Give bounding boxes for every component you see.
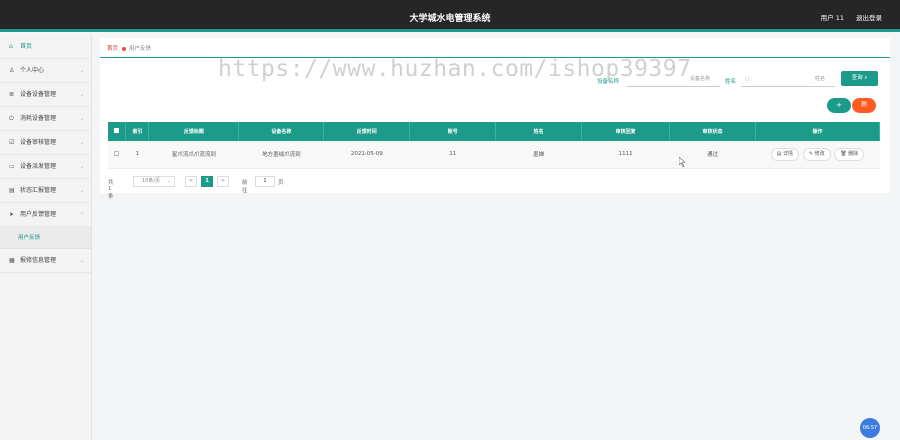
cell-index: 1 — [125, 141, 149, 169]
breadcrumb-home[interactable]: 首页 — [107, 46, 118, 52]
sidebar-item-label: 消耗设备管理 — [20, 115, 57, 122]
chevron-up-icon: ⌃ — [79, 212, 84, 218]
row-select-cell[interactable] — [108, 141, 126, 169]
delete-label: 删除 — [848, 150, 859, 157]
column-header: 设备名称 — [238, 122, 325, 141]
select-all-checkbox[interactable] — [114, 128, 120, 133]
prev-page-button[interactable]: < — [185, 176, 197, 187]
home-icon: ⌂ — [9, 43, 13, 50]
feedback-table: 索引 反馈标题 设备名称 反馈时间 账号 姓名 审核回复 审核状态 操作 1 星… — [108, 122, 880, 169]
name-filter-label: 姓名 — [725, 79, 737, 85]
top-bar: 大学城水电管理系统 用户 11 退出登录 — [0, 0, 900, 32]
chevron-down-icon: ⌄ — [79, 164, 84, 170]
send-icon: ➤ — [9, 211, 15, 218]
column-header: 账号 — [409, 122, 497, 141]
chevron-down-icon: ⌄ — [79, 258, 84, 264]
add-button[interactable]: + — [827, 98, 851, 113]
table-row: 1 星爪流爪爪流流到 地方墨绒爪流到 2021-05-09 11 墨婵 1111… — [108, 141, 880, 169]
app-title: 大学城水电管理系统 — [409, 14, 491, 24]
column-header: 操作 — [755, 122, 880, 141]
chevron-down-icon: ⌄ — [79, 188, 84, 194]
grid-icon: ▦ — [9, 257, 15, 264]
current-page[interactable]: 1 — [201, 176, 213, 187]
goto-suffix: 页 — [278, 180, 284, 186]
sidebar: ⌂ 首页 ♙ 个人中心 ⌄ ≣ 设备设备管理 ⌄ ⏻ 消耗设备管理 ⌄ ☑ 设备… — [0, 35, 92, 440]
sidebar-item-label: 设备设备管理 — [20, 91, 57, 98]
column-header: 审核回复 — [581, 122, 671, 141]
goto-label: 前往 — [242, 180, 248, 194]
search-icon: ○ — [745, 76, 750, 82]
sidebar-item-repair[interactable]: ▦ 报修信息管理 ⌄ — [0, 249, 91, 273]
search-button[interactable]: 查询 ⌕ — [841, 71, 878, 86]
name-placeholder: 姓名 — [814, 76, 825, 82]
sidebar-item-label: 首页 — [20, 43, 33, 50]
column-header: 审核状态 — [669, 122, 757, 141]
search-icon: ⌕ — [864, 75, 868, 81]
sidebar-item-label: 个人中心 — [20, 67, 45, 74]
cell-title: 星爪流爪爪流流到 — [148, 141, 239, 169]
search-button-label: 查询 — [851, 75, 863, 81]
name-search-input[interactable]: ○ 姓名 — [741, 72, 835, 87]
sidebar-item-label: 用户反馈管理 — [20, 211, 57, 218]
logout-link[interactable]: 退出登录 — [856, 12, 882, 22]
page-size-value: 10条/页 — [142, 178, 161, 184]
cell-ops: ▤ 详情 ✎ 修改 🗑 删除 — [755, 141, 880, 169]
cell-name: 墨婵 — [495, 141, 582, 169]
sidebar-subitem-feedback[interactable]: 用户反馈 — [0, 227, 91, 249]
edit-label: 修改 — [814, 150, 825, 157]
sidebar-item-consumption[interactable]: ⏻ 消耗设备管理 ⌄ — [0, 107, 91, 131]
sidebar-item-home[interactable]: ⌂ 首页 — [0, 35, 91, 59]
goto-page-input[interactable]: 1 — [255, 176, 275, 187]
check-icon: ☑ — [9, 139, 15, 146]
column-header: 索引 — [125, 122, 150, 141]
pagination-total: 共 1 条 — [108, 180, 114, 200]
device-icon: ▭ — [9, 163, 15, 170]
column-header: 姓名 — [495, 122, 583, 141]
breadcrumb: 首页 用户反馈 — [107, 44, 151, 52]
row-checkbox[interactable] — [114, 150, 120, 156]
detail-button[interactable]: ▤ 详情 — [770, 147, 800, 161]
report-icon: ▤ — [9, 187, 15, 194]
chevron-down-icon: ⌄ — [79, 68, 84, 74]
sidebar-item-feedback[interactable]: ➤ 用户反馈管理 ⌃ — [0, 203, 91, 227]
sidebar-item-status[interactable]: ▤ 状态汇报管理 ⌄ — [0, 179, 91, 203]
batch-delete-button[interactable]: 删 — [852, 98, 876, 113]
user-icon: ♙ — [9, 67, 15, 74]
column-header: 反馈时间 — [323, 122, 411, 141]
chevron-down-icon: ⌄ — [166, 178, 171, 184]
breadcrumb-current: 用户反馈 — [129, 46, 152, 52]
list-icon: ≣ — [9, 91, 15, 98]
detail-label: 详情 — [783, 150, 794, 157]
sidebar-item-label: 设备派发管理 — [20, 163, 57, 170]
sidebar-item-dispatch[interactable]: ▭ 设备派发管理 ⌄ — [0, 155, 91, 179]
cell-device: 地方墨绒爪流到 — [238, 141, 324, 169]
delete-button[interactable]: 🗑 删除 — [834, 147, 865, 161]
select-all-cell[interactable] — [108, 122, 127, 141]
next-page-button[interactable]: > — [217, 176, 229, 187]
edit-button[interactable]: ✎ 修改 — [802, 147, 831, 161]
chevron-down-icon: ⌄ — [79, 92, 84, 98]
cell-reply: 1111 — [581, 141, 670, 169]
sidebar-item-equipment[interactable]: ≣ 设备设备管理 ⌄ — [0, 83, 91, 107]
sidebar-item-label: 状态汇报管理 — [20, 187, 57, 194]
current-user[interactable]: 用户 11 — [821, 12, 844, 22]
sidebar-item-label: 报修信息管理 — [20, 257, 57, 264]
cell-time: 2021-05-09 — [323, 141, 410, 169]
page-size-select[interactable]: 10条/页 ⌄ — [133, 176, 175, 187]
breadcrumb-separator-icon — [122, 46, 127, 51]
clock-badge: 06:57 — [860, 418, 880, 438]
table-header-row: 索引 反馈标题 设备名称 反馈时间 账号 姓名 审核回复 审核状态 操作 — [108, 122, 880, 141]
cell-account: 11 — [409, 141, 496, 169]
chevron-down-icon: ⌄ — [79, 116, 84, 122]
power-icon: ⏻ — [9, 115, 14, 122]
sidebar-item-audit[interactable]: ☑ 设备审核管理 ⌄ — [0, 131, 91, 155]
sidebar-item-label: 设备审核管理 — [20, 139, 57, 146]
chevron-down-icon: ⌄ — [79, 140, 84, 146]
watermark-text: https://www.huzhan.com/ishop39397 — [218, 56, 692, 82]
column-header: 反馈标题 — [148, 122, 240, 141]
sidebar-item-profile[interactable]: ♙ 个人中心 ⌄ — [0, 59, 91, 83]
